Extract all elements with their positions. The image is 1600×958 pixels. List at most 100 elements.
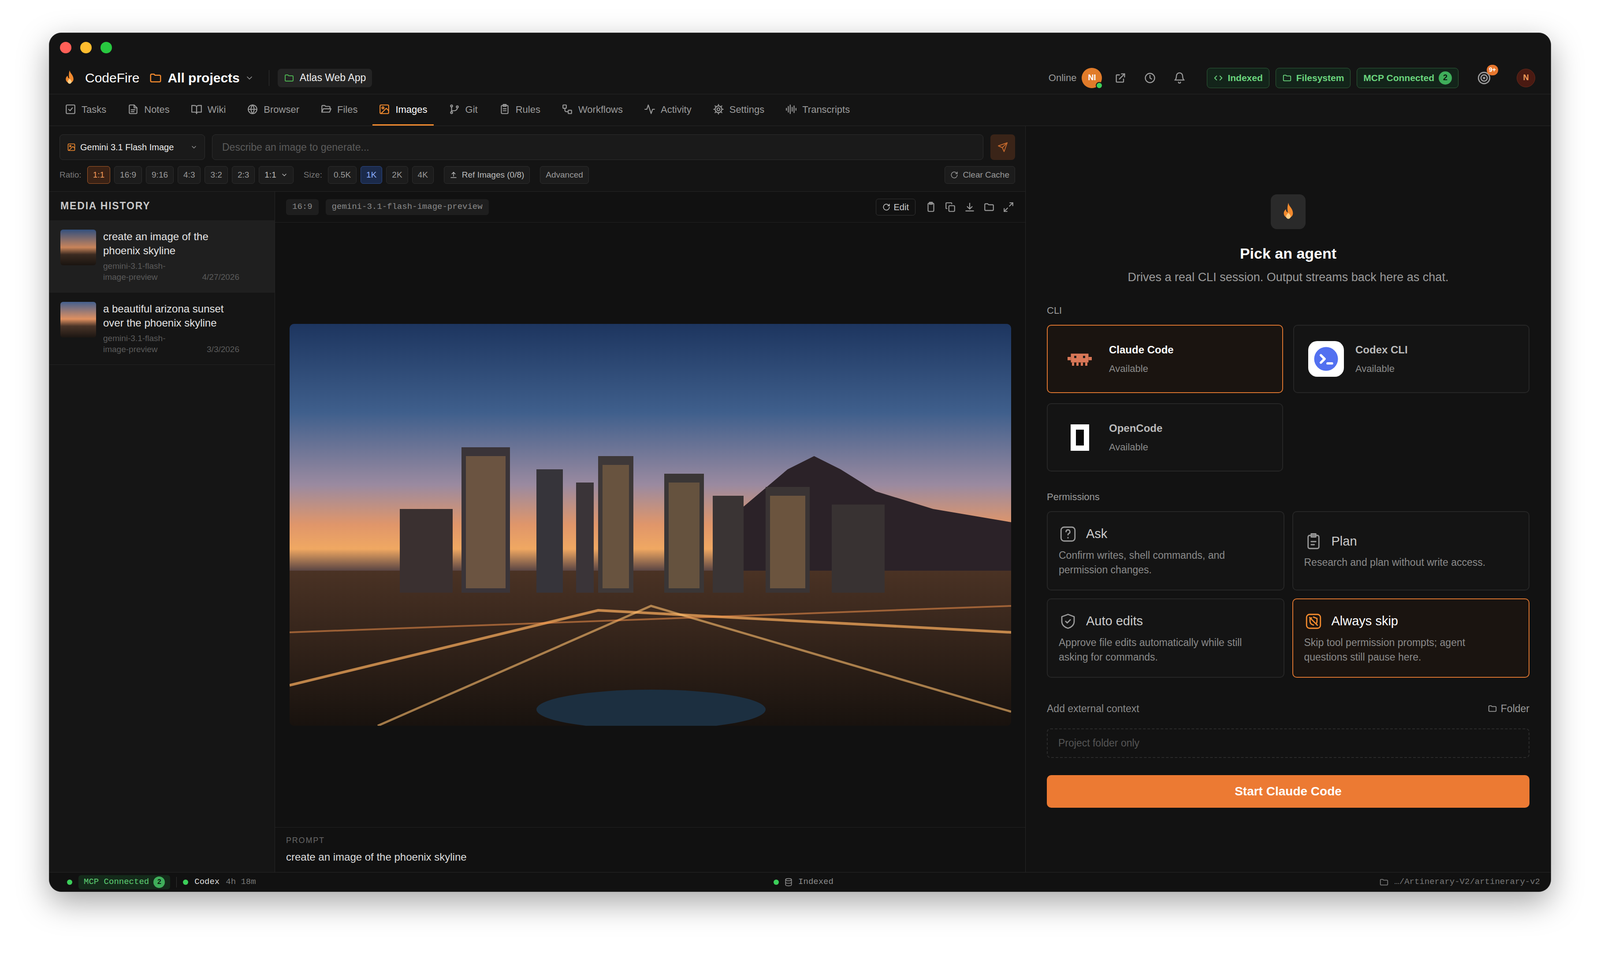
ratio-chip[interactable]: 2:3 — [231, 166, 255, 184]
media-history-title: MEDIA HISTORY — [49, 191, 275, 221]
prompt-panel: PROMPTcreate an image of the phoenix sky… — [275, 827, 1026, 873]
tab[interactable]: Settings — [706, 94, 771, 126]
mcp-status[interactable]: MCP Connected2 — [78, 875, 171, 890]
folder-icon — [1379, 877, 1389, 888]
agent-name: OpenCode — [1108, 420, 1163, 437]
options-row: Ratio:1:116:99:164:33:22:31:1Size:0.5K1K… — [59, 165, 1016, 185]
project-chip[interactable]: Atlas Web App — [277, 68, 373, 88]
media-item-date: 4/27/2026 — [201, 271, 240, 283]
agent-logo — [1270, 194, 1306, 230]
image-workspace: Gemini 3.1 Flash Image Ratio:1:116:99:164… — [49, 126, 1026, 873]
ratio-chip[interactable]: 9:16 — [145, 166, 174, 184]
status-chip-label: Indexed — [1227, 70, 1263, 86]
permission-card[interactable]: PlanResearch and plan without write acce… — [1292, 511, 1530, 591]
tab[interactable]: Activity — [637, 94, 698, 126]
tab[interactable]: Images — [372, 94, 434, 126]
permission-card[interactable]: Auto editsApprove file edits automatical… — [1046, 598, 1285, 678]
tab-label: Rules — [515, 102, 541, 117]
status-chip[interactable]: Indexed — [1206, 67, 1269, 89]
ref-images-button[interactable]: Ref Images (0/8) — [443, 166, 531, 184]
minimize-button[interactable] — [80, 41, 92, 54]
skyline-photo-icon — [289, 323, 1012, 726]
media-item-model: gemini-3.1-flash-image-preview — [103, 260, 183, 283]
agent-card[interactable]: Claude CodeAvailable — [1046, 324, 1284, 394]
size-chip[interactable]: 4K — [412, 166, 434, 184]
permission-grid: AskConfirm writes, shell commands, and p… — [1046, 511, 1530, 678]
ratio-dropdown[interactable]: 1:1 — [258, 166, 294, 184]
permissions-label: Permissions — [1046, 491, 1530, 503]
permission-card[interactable]: Always skipSkip tool permission prompts;… — [1292, 598, 1530, 678]
permission-card[interactable]: AskConfirm writes, shell commands, and p… — [1046, 511, 1285, 591]
tab-label: Images — [395, 102, 428, 117]
zoom-button[interactable] — [100, 41, 112, 54]
folder-icon — [1487, 703, 1498, 714]
agent-card[interactable]: Codex CLIAvailable — [1293, 324, 1530, 394]
media-item-model: gemini-3.1-flash-image-preview — [103, 332, 183, 355]
download-icon[interactable] — [963, 201, 976, 213]
tab[interactable]: Git — [442, 94, 484, 126]
ratio-chip[interactable]: 16:9 — [114, 166, 142, 184]
media-thumbnail — [60, 229, 97, 266]
session-time: 4h 18m — [225, 875, 256, 889]
tab[interactable]: Workflows — [555, 94, 629, 126]
tab[interactable]: Notes — [121, 94, 176, 126]
tab-label: Transcripts — [802, 102, 850, 117]
ratio-chip[interactable]: 3:2 — [204, 166, 228, 184]
upload-icon — [449, 171, 458, 179]
context-label: Add external context — [1046, 701, 1140, 717]
project-name: Atlas Web App — [299, 70, 366, 86]
close-button[interactable] — [59, 41, 72, 54]
prompt-input[interactable] — [212, 134, 984, 160]
advanced-button[interactable]: Advanced — [539, 166, 589, 184]
agent-grid: Claude CodeAvailableCodex CLIAvailableOp… — [1046, 324, 1530, 472]
tab[interactable]: Wiki — [184, 94, 233, 126]
gear-icon — [712, 103, 725, 116]
workflow-icon — [561, 103, 574, 116]
copy-icon[interactable] — [944, 201, 957, 213]
header-actions: OnlineNIIndexedFilesystemMCP Connected29… — [1048, 67, 1536, 89]
user-avatar[interactable]: N — [1516, 68, 1536, 88]
session-name: Codex — [194, 875, 220, 889]
notifications-button[interactable]: 9+ — [1476, 70, 1493, 86]
chevron-icon — [245, 73, 254, 83]
media-item-prompt: create an image of the phoenix skyline — [103, 229, 240, 258]
chevron-icon — [190, 143, 198, 151]
clock-icon[interactable] — [1143, 71, 1157, 85]
media-history-item[interactable]: create an image of the phoenix skylinege… — [49, 220, 275, 293]
model-select[interactable]: Gemini 3.1 Flash Image — [59, 134, 205, 160]
viewer-toolbar: 16:9gemini-3.1-flash-image-previewEdit — [275, 191, 1026, 223]
clear-cache-button[interactable]: Clear Cache — [944, 166, 1016, 184]
bell-icon[interactable] — [1173, 71, 1186, 85]
project-switcher[interactable]: All projects — [148, 67, 254, 88]
expand-icon[interactable] — [1002, 201, 1015, 213]
folder-button[interactable]: Folder — [1487, 701, 1530, 717]
tab[interactable]: Tasks — [58, 94, 113, 126]
tab[interactable]: Browser — [240, 94, 306, 126]
tab[interactable]: Files — [314, 94, 364, 126]
send-button[interactable] — [990, 134, 1016, 160]
start-agent-button[interactable]: Start Claude Code — [1046, 775, 1530, 808]
status-chip[interactable]: MCP Connected2 — [1356, 67, 1459, 89]
tab-label: Wiki — [207, 102, 227, 117]
media-history-item[interactable]: a beautiful arizona sunset over the phoe… — [49, 292, 275, 365]
presence-avatar[interactable]: NI — [1081, 67, 1102, 89]
size-chip[interactable]: 1K — [360, 166, 383, 184]
title-bar — [49, 33, 1551, 62]
agent-card[interactable]: OpenCodeAvailable — [1046, 403, 1284, 472]
size-chip[interactable]: 0.5K — [327, 166, 357, 184]
size-chip[interactable]: 2K — [386, 166, 408, 184]
context-input[interactable] — [1046, 728, 1530, 759]
clipboard-icon[interactable] — [925, 201, 937, 213]
tab[interactable]: Transcripts — [779, 94, 856, 126]
agent-panel-title: Pick an agent — [1046, 244, 1530, 263]
external-link-icon[interactable] — [1114, 71, 1127, 85]
edit-button[interactable]: Edit — [875, 198, 916, 216]
tab-label: Activity — [660, 102, 692, 117]
tab[interactable]: Rules — [492, 94, 547, 126]
top-header: CodeFireAll projectsAtlas Web AppOnlineN… — [49, 61, 1551, 95]
folder-icon[interactable] — [983, 201, 995, 213]
ratio-chip[interactable]: 1:1 — [87, 166, 111, 184]
status-chip[interactable]: Filesystem — [1275, 67, 1351, 89]
ratio-chip[interactable]: 4:3 — [177, 166, 201, 184]
permission-title: Auto edits — [1086, 611, 1143, 632]
